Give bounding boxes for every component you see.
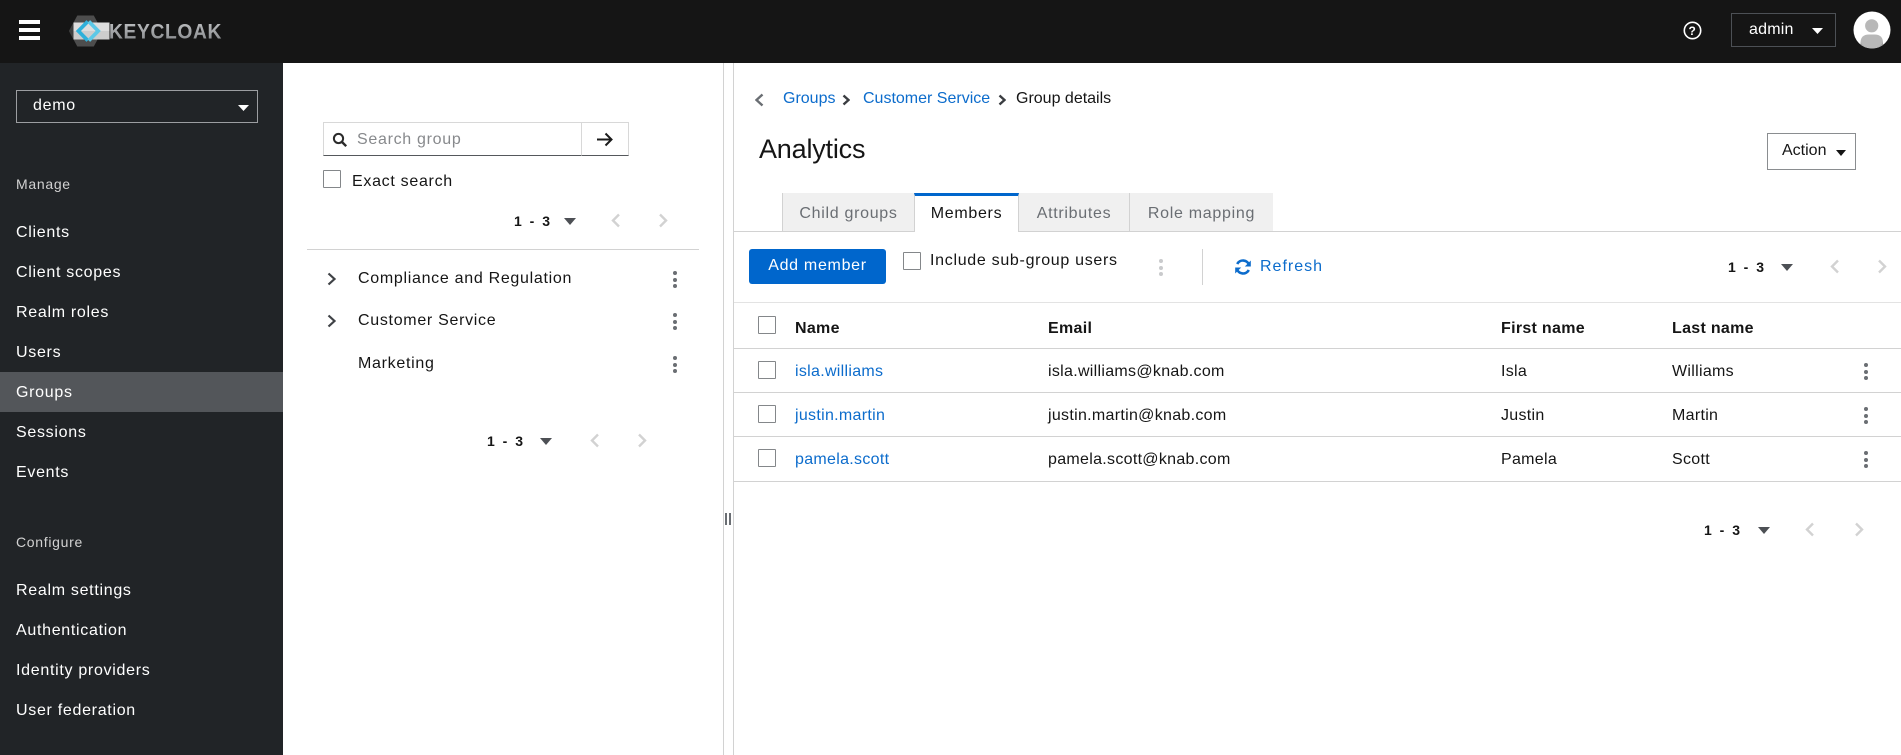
svg-text:KEYCLOAK: KEYCLOAK [109, 21, 222, 44]
svg-text:?: ? [1688, 24, 1696, 38]
